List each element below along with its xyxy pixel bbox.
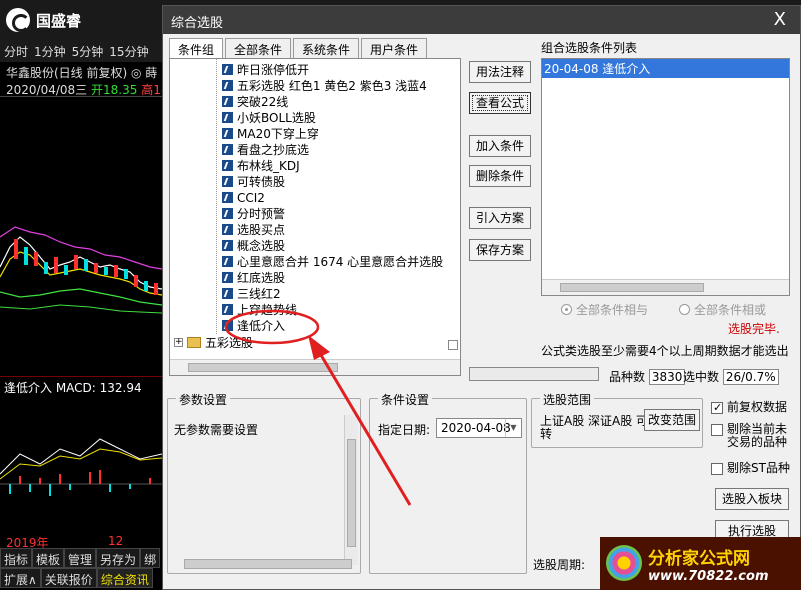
site-watermark: 分析家公式网 www.70822.com: [600, 537, 801, 590]
flower-logo-icon: [606, 545, 642, 581]
annotation-arrow-head: [308, 335, 330, 360]
annotation-arrow-shaft: [316, 349, 412, 506]
watermark-title: 分析家公式网: [648, 548, 750, 569]
annotation-overlay: [224, 309, 412, 506]
watermark-url: www.70822.com: [648, 568, 769, 584]
highlight-ellipse: [224, 309, 320, 345]
